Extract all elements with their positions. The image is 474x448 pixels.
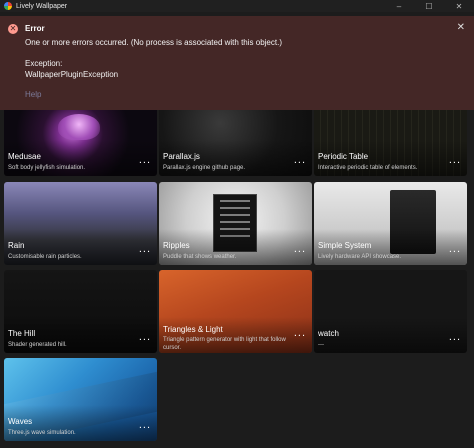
- close-window-button[interactable]: ✕: [444, 0, 474, 12]
- title-bar: Lively Wallpaper – ☐ ✕: [0, 0, 474, 12]
- more-options-button[interactable]: ...: [139, 331, 151, 343]
- window-controls: – ☐ ✕: [384, 0, 474, 12]
- maximize-button[interactable]: ☐: [414, 0, 444, 12]
- exception-label: Exception:: [25, 59, 63, 68]
- tile-title: Parallax.js: [163, 152, 200, 161]
- more-options-button[interactable]: ...: [294, 243, 306, 255]
- more-options-button[interactable]: ...: [139, 419, 151, 431]
- tile-title: Medusae: [8, 152, 41, 161]
- tile-title: Ripples: [163, 241, 190, 250]
- more-options-button[interactable]: ...: [294, 327, 306, 339]
- tile-description: Three.js wave simulation.: [8, 430, 76, 436]
- more-options-button[interactable]: ...: [139, 154, 151, 166]
- wallpaper-tile-the-hill[interactable]: The Hill Shader generated hill. ...: [4, 270, 157, 353]
- more-options-button[interactable]: ...: [449, 243, 461, 255]
- tile-description: ---: [318, 342, 324, 348]
- wallpaper-tile-parallax[interactable]: Parallax.js Parallax.js engine github pa…: [159, 110, 312, 176]
- help-link[interactable]: Help: [25, 90, 41, 99]
- error-icon: ✕: [8, 24, 18, 34]
- more-options-button[interactable]: ...: [449, 331, 461, 343]
- more-options-button[interactable]: ...: [449, 154, 461, 166]
- tile-title: Rain: [8, 241, 25, 250]
- wallpaper-grid: Medusae Soft body jellyfish simulation. …: [0, 110, 474, 448]
- wallpaper-tile-rain[interactable]: Rain Customisable rain particles. ...: [4, 182, 157, 265]
- tile-title: Triangles & Light: [163, 325, 223, 334]
- wallpaper-tile-ripples[interactable]: Ripples Puddle that shows weather. ...: [159, 182, 312, 265]
- wallpaper-tile-watch[interactable]: watch --- ...: [314, 270, 467, 353]
- window-title: Lively Wallpaper: [16, 2, 68, 10]
- exception-value: WallpaperPluginException: [25, 70, 119, 79]
- tile-title: Waves: [8, 417, 33, 426]
- more-options-button[interactable]: ...: [139, 243, 151, 255]
- wallpaper-tile-medusae[interactable]: Medusae Soft body jellyfish simulation. …: [4, 110, 157, 176]
- close-error-button[interactable]: ✕: [457, 22, 465, 33]
- error-infobar: ✕ Error One or more errors occurred. (No…: [0, 16, 474, 110]
- tile-description: Puddle that shows weather.: [163, 254, 237, 260]
- wallpaper-tile-simple-system[interactable]: Simple System Lively hardware API showca…: [314, 182, 467, 265]
- tile-description: Triangle pattern generator with light th…: [163, 337, 286, 351]
- tile-title: Periodic Table: [318, 152, 369, 161]
- lively-logo-icon: [4, 2, 12, 10]
- tile-description: Soft body jellyfish simulation.: [8, 165, 86, 171]
- wallpaper-tile-periodic-table[interactable]: Periodic Table Interactive periodic tabl…: [314, 110, 467, 176]
- tile-title: The Hill: [8, 329, 36, 338]
- wallpaper-tile-waves[interactable]: Waves Three.js wave simulation. ...: [4, 358, 157, 441]
- error-message: One or more errors occurred. (No process…: [25, 38, 282, 47]
- tile-description: Parallax.js engine github page.: [163, 165, 246, 171]
- jellyfish-thumbnail: [58, 114, 100, 140]
- tile-description: Interactive periodic table of elements.: [318, 165, 418, 171]
- tile-description: Customisable rain particles.: [8, 254, 82, 260]
- tile-title: Simple System: [318, 241, 372, 250]
- more-options-button[interactable]: ...: [294, 154, 306, 166]
- tile-title: watch: [318, 329, 339, 338]
- minimize-button[interactable]: –: [384, 0, 414, 12]
- tile-description: Lively hardware API showcase.: [318, 254, 402, 260]
- error-title: Error: [25, 24, 45, 33]
- tile-description: Shader generated hill.: [8, 342, 67, 348]
- wallpaper-tile-triangles-light[interactable]: Triangles & Light Triangle pattern gener…: [159, 270, 312, 353]
